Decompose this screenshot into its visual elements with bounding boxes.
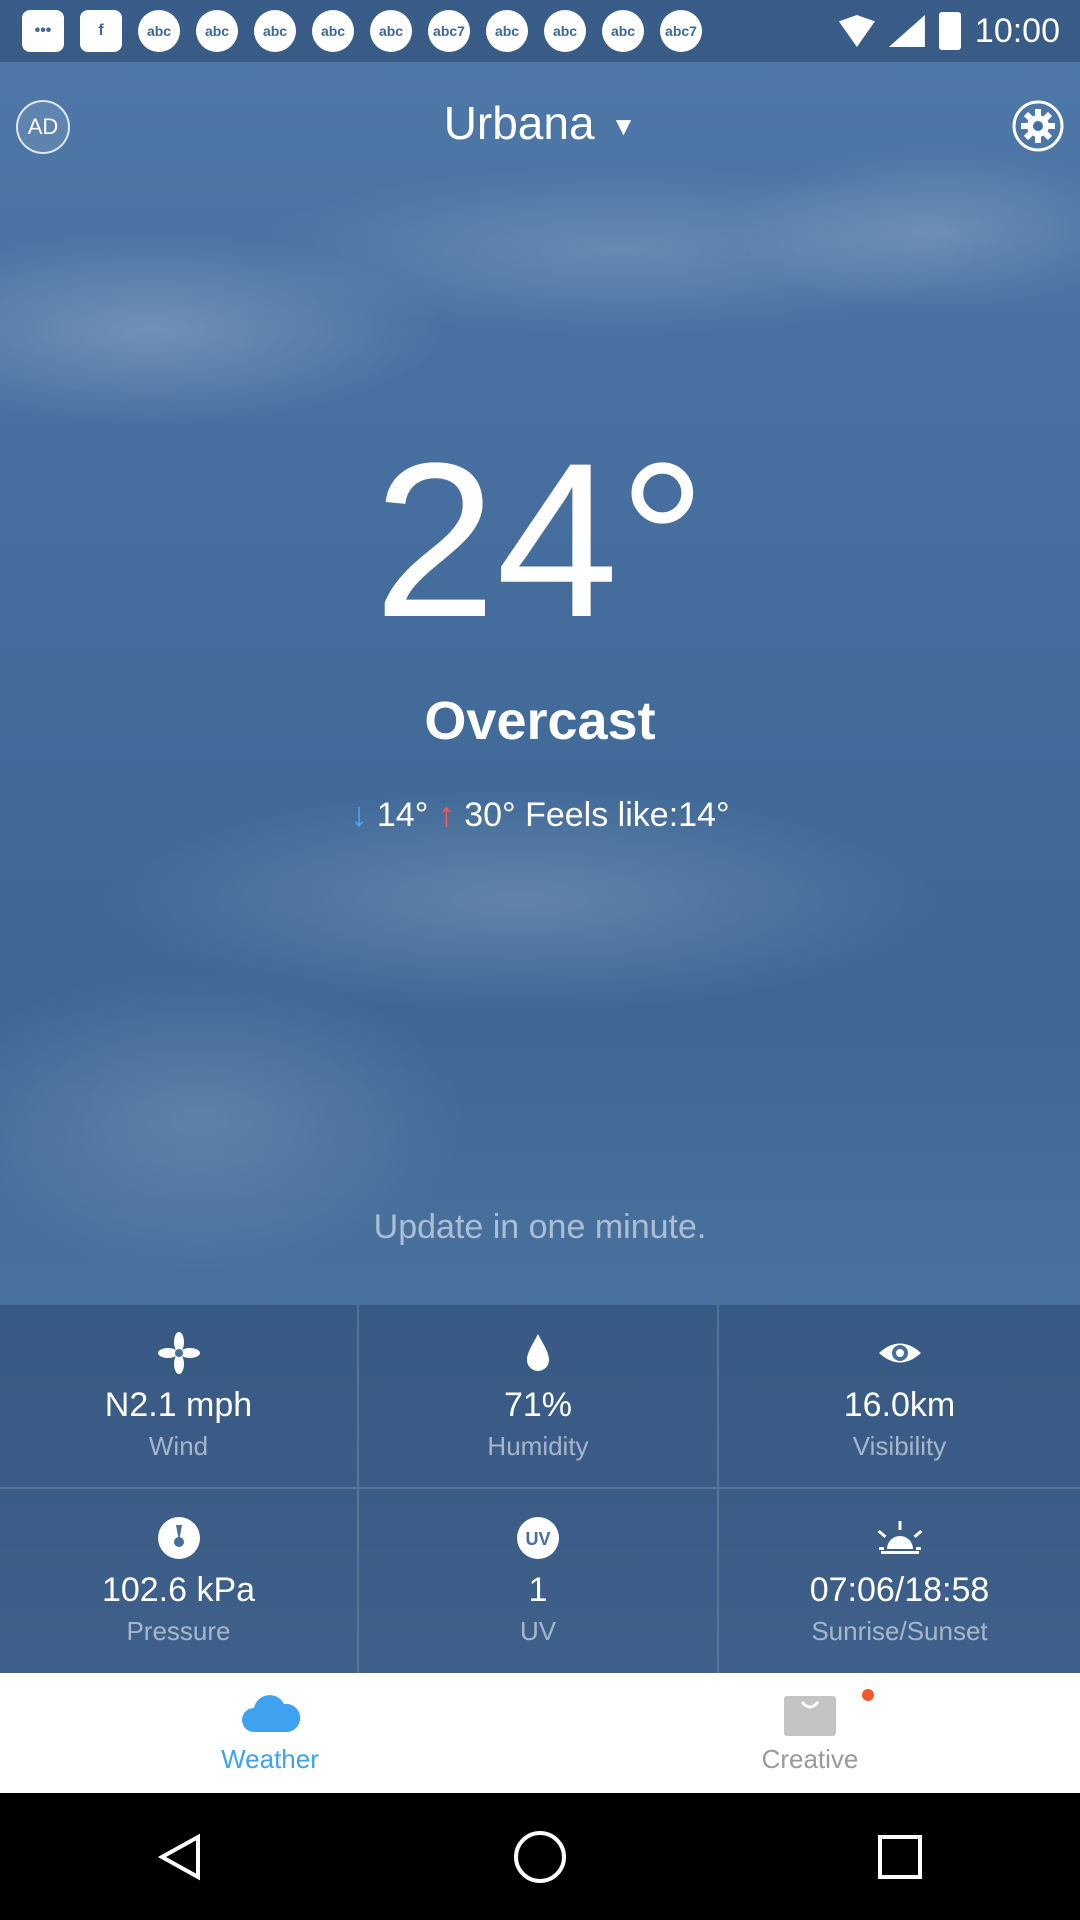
tab-creative-label: Creative (761, 1743, 859, 1774)
abc-icon: abc (196, 10, 238, 52)
notification-dot (862, 1689, 874, 1701)
uv-label: UV (519, 1616, 557, 1646)
home-icon[interactable] (510, 1827, 570, 1887)
pressure-label: Pressure (126, 1616, 231, 1646)
condition-text: Overcast (424, 691, 656, 751)
svg-text:UV: UV (525, 1529, 550, 1549)
current-temperature: 24° (373, 417, 707, 663)
uv-cell[interactable]: UV 1 UV (359, 1489, 719, 1673)
cloud-icon (242, 1694, 300, 1732)
shopping-bag-icon (784, 1695, 836, 1736)
abc7-icon: abc7 (660, 10, 702, 52)
low-temp: 14° (376, 796, 429, 834)
update-status: Update in one minute. (373, 1208, 707, 1246)
wind-value: N2.1 mph (104, 1386, 253, 1424)
signal-icon (888, 15, 925, 47)
status-bar: ••• f abc abc abc abc abc abc7 abc abc a… (0, 0, 1080, 62)
high-temp: 30° (464, 796, 516, 834)
wind-fan-icon (157, 1332, 200, 1374)
high-arrow-icon: ↑ (437, 796, 455, 834)
visibility-eye-icon (878, 1343, 921, 1363)
humidity-cell[interactable]: 71% Humidity (359, 1305, 719, 1489)
clock: 10:00 (974, 11, 1060, 50)
wind-label: Wind (148, 1431, 209, 1461)
abc-icon: abc (370, 10, 412, 52)
uv-icon: UV (517, 1517, 559, 1559)
abc-icon: abc (602, 10, 644, 52)
uv-value: 1 (528, 1571, 548, 1609)
abc-icon: abc (312, 10, 354, 52)
wifi-icon (838, 15, 875, 47)
pressure-cell[interactable]: 102.6 kPa Pressure (0, 1489, 359, 1673)
bottom-nav: Weather Creative (0, 1673, 1080, 1793)
city-selector[interactable]: Urbana ▼ (0, 96, 1080, 150)
notification-icons: ••• f abc abc abc abc abc abc7 abc abc a… (22, 10, 702, 52)
message-icon: ••• (22, 10, 64, 52)
facebook-icon: f (80, 10, 122, 52)
tab-creative[interactable]: Creative (540, 1673, 1080, 1793)
pressure-gauge-icon (157, 1517, 200, 1559)
abc-icon: abc (544, 10, 586, 52)
humidity-value: 71% (503, 1386, 573, 1424)
tab-weather-label: Weather (221, 1743, 319, 1774)
battery-icon (938, 12, 961, 50)
sunrise-sunset-value: 07:06/18:58 (809, 1571, 990, 1609)
low-arrow-icon: ↓ (350, 796, 368, 834)
visibility-cell[interactable]: 16.0km Visibility (719, 1305, 1080, 1489)
abc-icon: abc (138, 10, 180, 52)
abc7-icon: abc7 (428, 10, 470, 52)
sunrise-icon (877, 1521, 922, 1554)
tab-weather[interactable]: Weather (0, 1673, 540, 1793)
sunrise-sunset-label: Sunrise/Sunset (811, 1616, 988, 1646)
pressure-value: 102.6 kPa (101, 1571, 256, 1609)
back-icon[interactable] (150, 1827, 210, 1887)
recents-icon[interactable] (870, 1827, 930, 1887)
humidity-label: Humidity (487, 1431, 589, 1461)
wind-cell[interactable]: N2.1 mph Wind (0, 1305, 359, 1489)
details-grid: N2.1 mph Wind 71% Humidity 16.0km Visibi… (0, 1305, 1080, 1673)
abc-icon: abc (254, 10, 296, 52)
settings-gear-icon[interactable] (1012, 100, 1064, 152)
sunrise-sunset-cell[interactable]: 07:06/18:58 Sunrise/Sunset (719, 1489, 1080, 1673)
system-navigation-bar (0, 1793, 1080, 1920)
dropdown-caret-icon: ▼ (610, 111, 637, 142)
feels-like: Feels like:14° (525, 796, 730, 834)
temperature-range: ↓ 14° ↑ 30° Feels like:14° (0, 796, 1080, 835)
abc-icon: abc (486, 10, 528, 52)
visibility-label: Visibility (852, 1431, 947, 1461)
visibility-value: 16.0km (843, 1386, 956, 1424)
humidity-drop-icon (527, 1334, 549, 1371)
status-right: 10:00 (838, 0, 1060, 62)
city-name: Urbana (443, 97, 595, 149)
